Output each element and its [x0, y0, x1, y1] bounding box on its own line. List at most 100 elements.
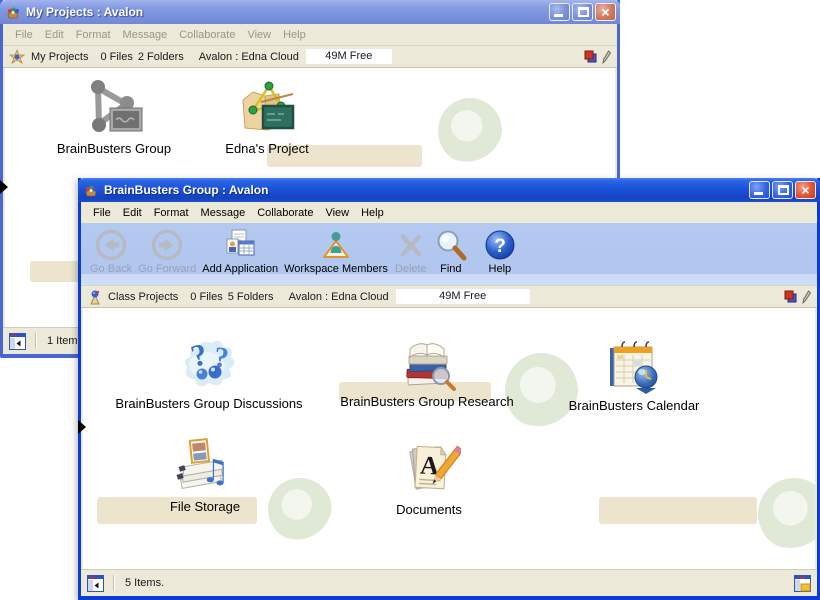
add-application-icon [223, 228, 257, 262]
maximize-icon [578, 7, 589, 17]
menu-file[interactable]: File [9, 29, 39, 41]
menu-view[interactable]: View [241, 29, 277, 41]
pane-toggle-arrow[interactable] [78, 420, 86, 434]
calendar-icon [602, 335, 666, 395]
help-button[interactable]: ? Help [481, 228, 519, 275]
menu-collaborate[interactable]: Collaborate [251, 207, 319, 219]
discussions-icon: ? ? [177, 333, 241, 393]
menu-message[interactable]: Message [117, 29, 174, 41]
maximize-icon [778, 185, 789, 195]
item-label: BrainBusters Group Research [317, 394, 537, 409]
minimize-icon [554, 14, 563, 17]
delete-icon [394, 228, 428, 262]
menu-format[interactable]: Format [148, 207, 195, 219]
menu-edit[interactable]: Edit [117, 207, 148, 219]
button-label: Find [440, 263, 461, 275]
go-forward-icon [150, 228, 184, 262]
item-documents[interactable]: A Documents [319, 439, 539, 517]
layers-icon[interactable] [584, 50, 597, 63]
button-label: Go Back [90, 263, 132, 275]
status-separator [113, 575, 115, 591]
menu-collaborate[interactable]: Collaborate [173, 29, 241, 41]
window-brainbusters-group: BrainBusters Group : Avalon × File Edit … [78, 178, 820, 600]
menu-bar: File Edit Format Message Collaborate Vie… [81, 202, 817, 223]
cloud-label: Avalon : Edna Cloud [199, 51, 299, 63]
minimize-button[interactable] [549, 3, 570, 21]
button-label: Workspace Members [284, 263, 388, 275]
close-icon: × [601, 5, 609, 19]
close-button[interactable]: × [795, 181, 816, 199]
maximize-button[interactable] [772, 181, 793, 199]
location-label: My Projects [31, 51, 88, 63]
documents-icon: A [397, 439, 461, 499]
panel-left-icon[interactable] [87, 575, 104, 592]
item-file-storage[interactable]: ♫ File Storage [95, 436, 315, 514]
free-space-indicator: 49M Free [396, 289, 530, 304]
close-icon: × [801, 183, 809, 197]
find-icon [434, 228, 468, 262]
status-separator [35, 333, 37, 349]
item-label: Documents [319, 502, 539, 517]
add-application-button[interactable]: Add Application [200, 228, 280, 275]
workspace-content: ? ? BrainBusters Group Discussions [81, 308, 817, 569]
titlebar-my-projects[interactable]: My Projects : Avalon × [0, 0, 620, 24]
panel-grid-icon[interactable] [794, 575, 811, 592]
folders-count: 2 Folders [138, 51, 184, 63]
svg-text:♫: ♫ [201, 452, 230, 490]
item-calendar[interactable]: BrainBusters Calendar [524, 335, 744, 413]
files-count: 0 Files [190, 291, 222, 303]
workspace-location-icon [9, 49, 25, 65]
menu-edit[interactable]: Edit [39, 29, 70, 41]
folders-count: 5 Folders [228, 291, 274, 303]
item-label: BrainBusters Calendar [524, 398, 744, 413]
find-button[interactable]: Find [432, 228, 470, 275]
delete-button: Delete [392, 228, 430, 275]
workspace-members-icon [319, 228, 353, 262]
avalon-app-icon [5, 4, 21, 20]
free-space-indicator: 49M Free [306, 49, 392, 64]
status-item-count: 5 Items. [125, 577, 164, 589]
window-title: BrainBusters Group : Avalon [104, 183, 747, 197]
status-bar: 5 Items. [81, 569, 817, 596]
pane-toggle-arrow[interactable] [0, 180, 8, 194]
menu-format[interactable]: Format [70, 29, 117, 41]
panel-left-icon[interactable] [9, 333, 26, 350]
watermark-circle [438, 98, 502, 164]
close-button[interactable]: × [595, 3, 616, 21]
button-label: Add Application [202, 263, 278, 275]
help-icon: ? [483, 228, 517, 262]
files-count: 0 Files [100, 51, 132, 63]
pencil-icon[interactable] [602, 50, 611, 64]
item-label: Edna's Project [167, 141, 367, 156]
titlebar-brainbusters[interactable]: BrainBusters Group : Avalon × [78, 178, 820, 202]
go-back-icon [94, 228, 128, 262]
desktop: My Projects : Avalon × File Edit Format … [0, 0, 820, 600]
minimize-button[interactable] [749, 181, 770, 199]
file-storage-icon: ♫ [173, 436, 237, 496]
item-label: BrainBusters Group Discussions [99, 396, 319, 411]
watermark-circle [758, 478, 817, 550]
item-research[interactable]: BrainBusters Group Research [317, 333, 537, 409]
go-forward-button: Go Forward [136, 228, 198, 275]
layers-icon[interactable] [784, 290, 797, 303]
menu-help[interactable]: Help [355, 207, 390, 219]
button-label: Go Forward [138, 263, 196, 275]
item-discussions[interactable]: ? ? BrainBusters Group Discussions [99, 333, 319, 411]
avalon-app-icon [83, 182, 99, 198]
workspace-location-icon [87, 289, 102, 305]
network-group-icon [82, 78, 146, 138]
button-label: Delete [395, 263, 427, 275]
item-ednas-project[interactable]: Edna's Project [167, 80, 367, 156]
menu-help[interactable]: Help [277, 29, 312, 41]
workspace-members-button[interactable]: Workspace Members [282, 228, 390, 275]
pencil-icon[interactable] [802, 290, 811, 304]
maximize-button[interactable] [572, 3, 593, 21]
research-books-icon [395, 333, 459, 391]
menu-file[interactable]: File [87, 207, 117, 219]
cloud-label: Avalon : Edna Cloud [289, 291, 389, 303]
menu-view[interactable]: View [319, 207, 355, 219]
watermark-band [599, 497, 757, 524]
button-label: Help [489, 263, 512, 275]
menu-message[interactable]: Message [195, 207, 252, 219]
menu-bar: File Edit Format Message Collaborate Vie… [3, 24, 617, 45]
